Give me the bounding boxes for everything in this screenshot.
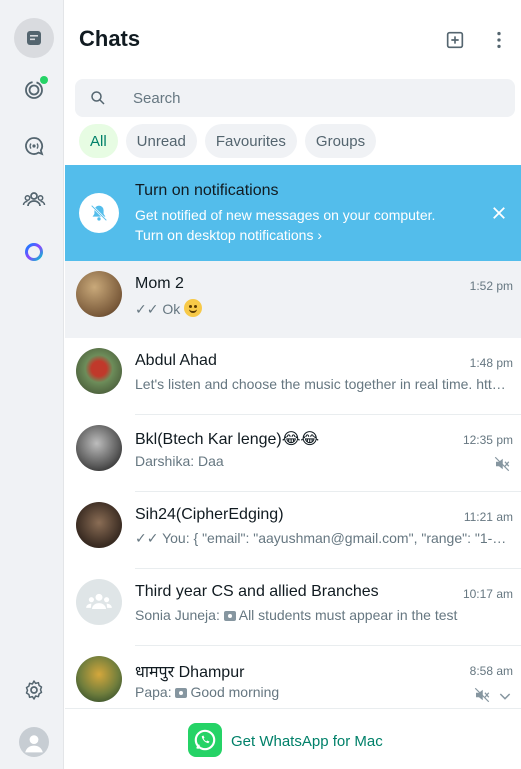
avatar bbox=[76, 502, 122, 548]
page-title: Chats bbox=[79, 26, 141, 51]
group-icon bbox=[86, 593, 112, 609]
close-banner-button[interactable] bbox=[487, 201, 511, 225]
chat-name: Abdul Ahad bbox=[135, 352, 217, 369]
avatar bbox=[76, 425, 122, 471]
avatar bbox=[76, 348, 122, 394]
chat-time: 1:48 pm bbox=[469, 356, 513, 370]
chat-time: 10:17 am bbox=[462, 587, 513, 601]
rail-chats-button[interactable] bbox=[14, 18, 54, 58]
chat-name: Sih24(CipherEdging) bbox=[135, 506, 284, 523]
filter-chip-favourites[interactable]: Favourites bbox=[204, 124, 297, 158]
chats-icon bbox=[27, 31, 41, 45]
chat-time: 8:58 am bbox=[469, 664, 513, 678]
rail-status-button[interactable] bbox=[14, 70, 54, 110]
new-chat-icon bbox=[446, 31, 464, 49]
get-whatsapp-link[interactable]: Get WhatsApp for Mac bbox=[231, 733, 383, 750]
muted-icon bbox=[474, 687, 490, 703]
close-icon bbox=[493, 207, 505, 219]
chat-preview: ✓✓ You: { "email": "aayushman@gmail.com"… bbox=[135, 530, 511, 546]
chat-preview: Papa: Good morning bbox=[135, 684, 280, 700]
rail-profile-button[interactable] bbox=[14, 722, 54, 762]
chat-name: Bkl(Btech Kar lenge)😂😂 bbox=[135, 431, 320, 448]
rail-settings-button[interactable] bbox=[14, 670, 54, 710]
chat-name: Third year CS and allied Branches bbox=[135, 583, 379, 600]
filter-chip-unread[interactable]: Unread bbox=[125, 124, 197, 158]
new-chat-button[interactable] bbox=[441, 26, 469, 54]
chats-header: Chats bbox=[65, 0, 521, 80]
filter-chip-all[interactable]: All bbox=[79, 124, 118, 158]
chat-preview: Darshika: Daa bbox=[135, 453, 224, 469]
whatsapp-logo-icon bbox=[188, 723, 222, 757]
banner-title: Turn on notifications bbox=[135, 182, 279, 199]
chat-preview: Let's listen and choose the music togeth… bbox=[135, 376, 511, 392]
status-unread-dot bbox=[40, 76, 48, 84]
bell-off-icon bbox=[79, 193, 119, 233]
avatar-icon bbox=[19, 727, 49, 757]
chat-row[interactable]: Bkl(Btech Kar lenge)😂😂 12:35 pm Darshika… bbox=[65, 415, 521, 492]
kebab-menu-icon bbox=[497, 31, 501, 49]
chat-row[interactable]: Third year CS and allied Branches 10:17 … bbox=[65, 569, 521, 646]
filter-chip-groups[interactable]: Groups bbox=[304, 124, 377, 158]
chat-name: Mom 2 bbox=[135, 275, 184, 292]
filter-chips: All Unread Favourites Groups bbox=[79, 124, 377, 158]
communities-icon bbox=[22, 192, 46, 207]
menu-button[interactable] bbox=[485, 26, 513, 54]
chat-row[interactable]: Mom 2 1:52 pm ✓✓ Ok bbox=[65, 261, 521, 338]
chat-time: 11:21 am bbox=[463, 510, 513, 524]
chat-time: 12:35 pm bbox=[462, 433, 513, 447]
rail-communities-button[interactable] bbox=[14, 180, 54, 220]
chat-time: 1:52 pm bbox=[469, 279, 513, 293]
photo-icon bbox=[175, 688, 188, 698]
search-icon bbox=[91, 91, 105, 105]
chat-list-panel: Chats All Unread Favourites Groups bbox=[65, 0, 521, 769]
chevron-down-icon[interactable] bbox=[497, 688, 513, 704]
search-input[interactable] bbox=[133, 79, 503, 117]
search-bar bbox=[75, 79, 515, 117]
rail-channels-button[interactable] bbox=[14, 126, 54, 166]
chat-preview: Sonia Juneja: All students must appear i… bbox=[135, 607, 458, 623]
chat-preview: ✓✓ Ok bbox=[135, 299, 511, 318]
chat-row[interactable]: Abdul Ahad 1:48 pm Let's listen and choo… bbox=[65, 338, 521, 415]
notification-banner[interactable]: Turn on notifications Get notified of ne… bbox=[65, 165, 521, 261]
rail-meta-ai-button[interactable] bbox=[14, 232, 54, 272]
channels-icon bbox=[25, 137, 44, 156]
photo-icon bbox=[223, 611, 236, 621]
chat-name: धामपुर Dhampur bbox=[135, 664, 245, 681]
get-app-footer: Get WhatsApp for Mac bbox=[65, 708, 521, 769]
gear-icon bbox=[25, 680, 43, 700]
avatar bbox=[76, 656, 122, 702]
meta-ai-icon bbox=[25, 243, 43, 261]
avatar bbox=[76, 579, 122, 625]
banner-subtitle: Get notified of new messages on your com… bbox=[135, 207, 436, 223]
nav-rail bbox=[0, 0, 64, 769]
avatar bbox=[76, 271, 122, 317]
banner-link[interactable]: Turn on desktop notifications › bbox=[135, 227, 322, 243]
chat-row[interactable]: Sih24(CipherEdging) 11:21 am ✓✓ You: { "… bbox=[65, 492, 521, 569]
smiley-emoji-icon bbox=[184, 299, 203, 317]
muted-icon bbox=[494, 456, 510, 472]
